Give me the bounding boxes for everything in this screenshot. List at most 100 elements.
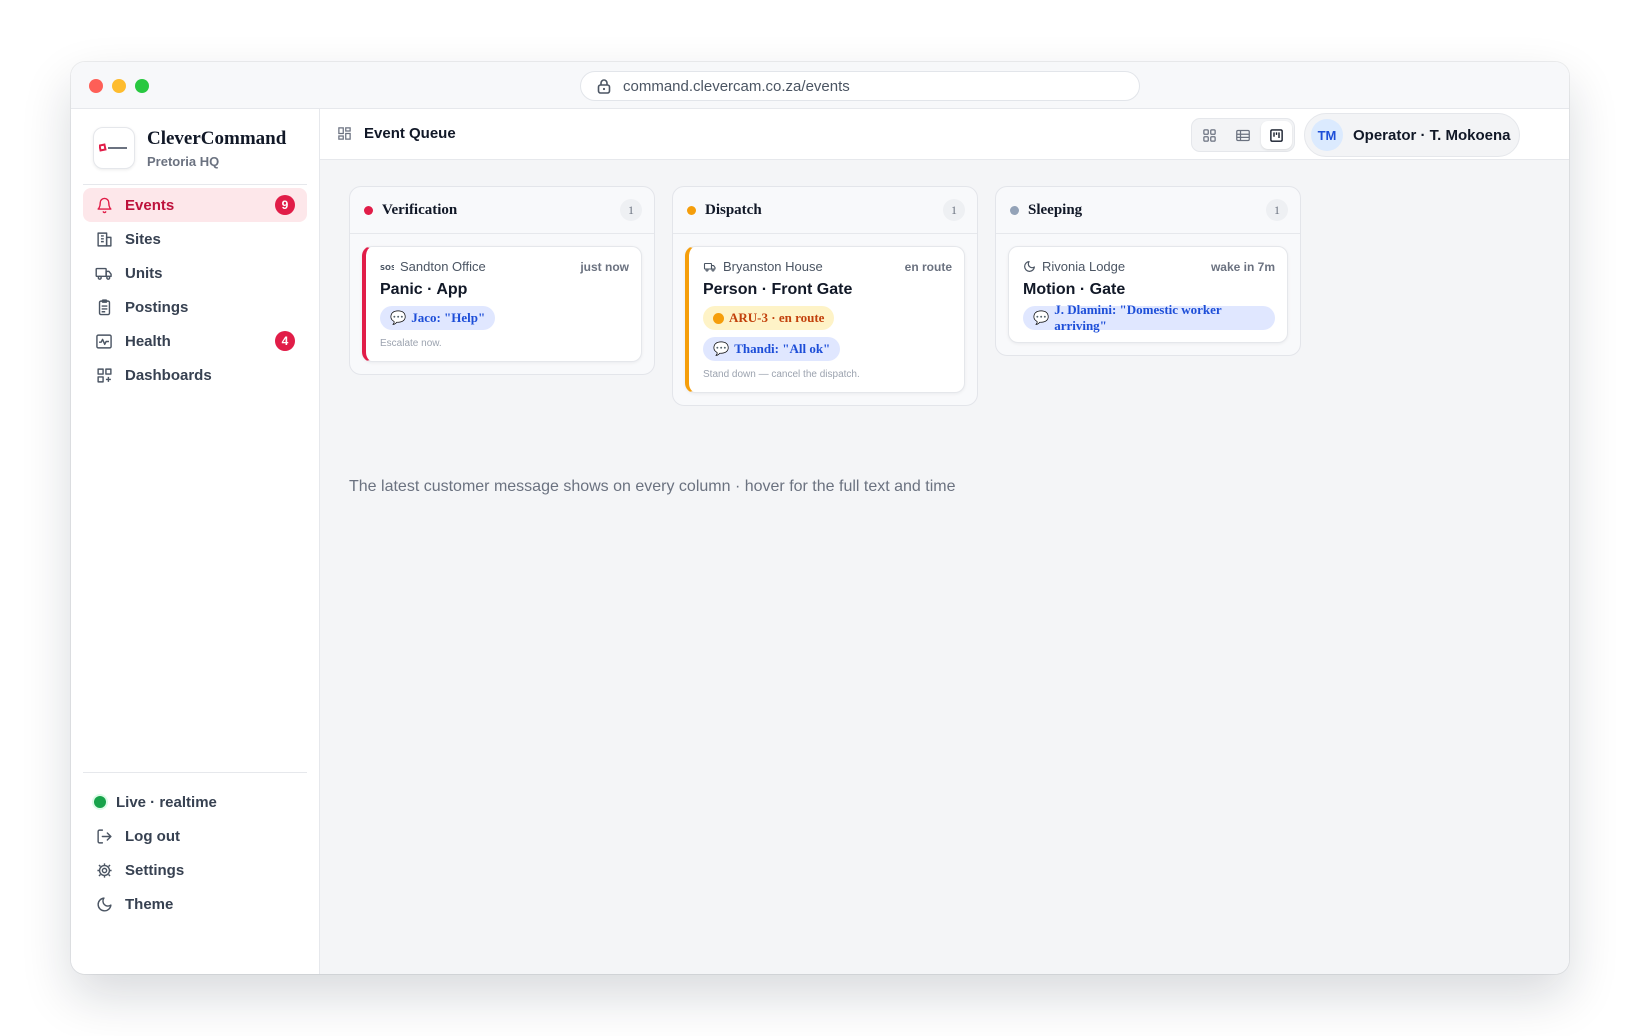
board-view-button[interactable] [1260, 121, 1292, 149]
event-title: Panic · App [380, 281, 468, 298]
sidebar-item-dashboards[interactable]: Dashboards [83, 358, 307, 392]
event-note: Escalate now. [380, 338, 442, 349]
unit-status-chip: ARU-3 · en route [703, 306, 835, 330]
sidebar: CleverCommand Pretoria HQ Events 9 Sites [71, 109, 320, 974]
column-header: Sleeping 1 [996, 187, 1300, 234]
event-time: just now [580, 259, 629, 274]
dashboard-icon [95, 366, 113, 384]
column-header: Dispatch 1 [673, 187, 977, 234]
avatar: TM [1311, 119, 1343, 151]
svg-text:SOS: SOS [380, 264, 394, 272]
column-title: Verification [382, 201, 458, 218]
theme-toggle[interactable]: Theme [83, 887, 307, 921]
gear-icon [95, 861, 113, 879]
sidebar-nav: Events 9 Sites Units Postings Health 4 D… [83, 188, 307, 392]
theme-label: Theme [125, 895, 174, 913]
sidebar-item-sites[interactable]: Sites [83, 222, 307, 256]
url-text: command.clevercam.co.za/events [623, 77, 850, 95]
operator-menu[interactable]: TM Operator · T. Mokoena [1304, 113, 1520, 157]
sidebar-item-units[interactable]: Units [83, 256, 307, 290]
column-header: Verification 1 [350, 187, 654, 234]
speech-bubble-icon: 💬 [1033, 310, 1050, 325]
browser-titlebar: command.clevercam.co.za/events [71, 62, 1569, 109]
status-dot [364, 205, 373, 215]
health-count-badge: 4 [275, 331, 295, 351]
site-name: Bryanston House [723, 259, 823, 274]
topbar: Event Queue TM Operator · T. Mokoena [320, 109, 1569, 160]
list-view-button[interactable] [1227, 121, 1258, 149]
brand-location: Pretoria HQ [147, 153, 220, 169]
site-name: Sandton Office [400, 259, 486, 274]
sidebar-item-label: Sites [125, 230, 161, 248]
status-dot [1010, 205, 1019, 215]
brand[interactable]: CleverCommand Pretoria HQ [93, 127, 286, 169]
clipboard-icon [95, 298, 113, 316]
moon-icon [1023, 260, 1036, 273]
operator-name: Operator · T. Mokoena [1353, 126, 1511, 144]
column-title: Sleeping [1028, 201, 1083, 218]
list-icon [1236, 129, 1250, 141]
live-status-label: Live · realtime [116, 793, 217, 811]
lock-icon [597, 78, 613, 94]
status-dot [713, 312, 724, 324]
sidebar-item-events[interactable]: Events 9 [83, 188, 307, 222]
logout-icon [95, 827, 113, 845]
event-card[interactable]: Rivonia Lodge wake in 7m Motion · Gate 💬… [1008, 246, 1288, 343]
sidebar-item-health[interactable]: Health 4 [83, 324, 307, 358]
customer-message: Jaco: "Help" [411, 310, 486, 325]
address-bar[interactable]: command.clevercam.co.za/events [580, 71, 1140, 101]
unit-status: ARU-3 · en route [729, 310, 825, 325]
site-name: Rivonia Lodge [1042, 259, 1126, 274]
customer-message: J. Dlamini: "Domestic worker arriving" [1054, 302, 1222, 333]
event-card[interactable]: Bryanston House en route Person · Front … [685, 246, 965, 393]
brand-name: CleverCommand [147, 127, 287, 149]
truck-icon [703, 261, 717, 273]
board-icon [337, 126, 352, 141]
main-content: Event Queue TM Operator · T. Mokoena Ver… [320, 109, 1569, 974]
event-title: Motion · Gate [1023, 281, 1126, 298]
event-card[interactable]: SOS Sandton Office just now Panic · App … [362, 246, 642, 362]
kanban-board: Verification 1 SOS Sandton Office just n… [349, 186, 1301, 406]
close-window-button[interactable] [89, 79, 103, 93]
column-count: 1 [943, 199, 965, 221]
customer-message-chip[interactable]: 💬 J. Dlamini: "Domestic worker arriving" [1023, 302, 1275, 333]
minimize-window-button[interactable] [112, 79, 126, 93]
customer-message-chip[interactable]: 💬 Thandi: "All ok" [703, 337, 841, 361]
sos-icon: SOS [380, 262, 394, 272]
grid-icon [1203, 128, 1216, 142]
speech-bubble-icon: 💬 [713, 341, 730, 356]
column-dispatch: Dispatch 1 Bryanston House en route Pers… [672, 186, 978, 406]
settings-button[interactable]: Settings [83, 853, 307, 887]
divider [83, 184, 307, 185]
events-count-badge: 9 [275, 195, 295, 215]
bell-icon [95, 196, 113, 214]
sidebar-item-postings[interactable]: Postings [83, 290, 307, 324]
status-dot [687, 205, 696, 215]
view-mode-switch [1191, 118, 1295, 152]
building-icon [95, 230, 113, 248]
pulse-icon [95, 332, 113, 350]
board-hint: The latest customer message shows on eve… [349, 478, 956, 495]
grid-view-button[interactable] [1194, 121, 1225, 149]
moon-icon [95, 895, 113, 913]
live-status-dot [94, 796, 106, 808]
divider [83, 772, 307, 773]
truck-icon [95, 264, 113, 282]
page-title: Event Queue [337, 125, 456, 142]
sidebar-bottom: Live · realtime Log out Settings Theme [83, 785, 307, 921]
column-count: 1 [1266, 199, 1288, 221]
logout-button[interactable]: Log out [83, 819, 307, 853]
column-verification: Verification 1 SOS Sandton Office just n… [349, 186, 655, 375]
sidebar-item-label: Dashboards [125, 366, 212, 384]
event-title: Person · Front Gate [703, 281, 853, 298]
logout-label: Log out [125, 827, 180, 845]
speech-bubble-icon: 💬 [390, 310, 407, 325]
page-title-label: Event Queue [364, 125, 456, 142]
browser-window: command.clevercam.co.za/events CleverCom… [71, 62, 1569, 974]
customer-message-chip[interactable]: 💬 Jaco: "Help" [380, 306, 496, 330]
sidebar-item-label: Postings [125, 298, 189, 316]
settings-label: Settings [125, 861, 185, 879]
maximize-window-button[interactable] [135, 79, 149, 93]
customer-message: Thandi: "All ok" [734, 341, 831, 356]
wake-timer: wake in 7m [1210, 259, 1275, 274]
